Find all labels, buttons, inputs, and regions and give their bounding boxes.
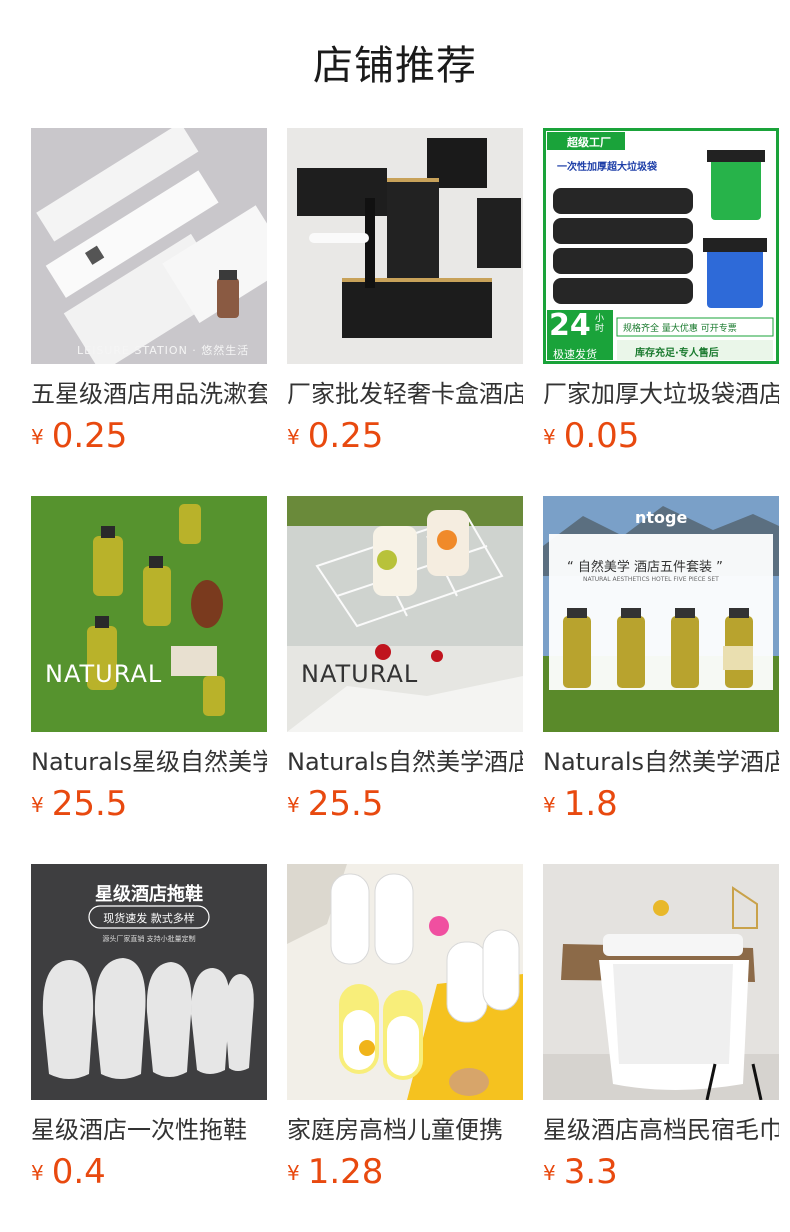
product-image[interactable]: ntoge “ 自然美学 酒店五件套装 ” NATURAL AESTHETICS… bbox=[543, 496, 779, 732]
product-card[interactable]: ntoge “ 自然美学 酒店五件套装 ” NATURAL AESTHETICS… bbox=[543, 496, 779, 824]
price-value: 0.4 bbox=[51, 1152, 106, 1192]
banner-note: 源头厂家直销 支持小批量定制 bbox=[102, 935, 196, 943]
page-title: 店铺推荐 bbox=[313, 43, 477, 89]
banner-title: 星级酒店拖鞋 bbox=[95, 884, 203, 905]
product-name[interactable]: Naturals自然美学酒店 bbox=[287, 745, 523, 779]
price-value: 25.5 bbox=[307, 784, 384, 824]
product-price: ¥0.25 bbox=[31, 416, 127, 456]
natural-logo-text: NATURAL bbox=[45, 660, 163, 688]
product-name[interactable]: 星级酒店一次性拖鞋 bbox=[31, 1113, 267, 1147]
price-value: 0.05 bbox=[563, 416, 640, 456]
price-value: 0.25 bbox=[51, 416, 128, 456]
product-image[interactable]: NATURAL bbox=[31, 496, 267, 732]
product-price: ¥25.5 bbox=[31, 784, 127, 824]
product-card[interactable]: 厂家批发轻奢卡盒酒店 ¥0.25 bbox=[287, 128, 523, 456]
currency-symbol: ¥ bbox=[287, 1161, 300, 1185]
headline-text: 一次性加厚超大垃圾袋 bbox=[557, 162, 657, 173]
product-price: ¥0.05 bbox=[543, 416, 639, 456]
product-image[interactable]: 超级工厂 一次性加厚超大垃圾袋 24 小时 极速发货 规格齐全 量大优惠 可开专… bbox=[543, 128, 779, 364]
product-price: ¥3.3 bbox=[543, 1152, 618, 1192]
currency-symbol: ¥ bbox=[31, 1161, 44, 1185]
product-name[interactable]: 厂家批发轻奢卡盒酒店 bbox=[287, 377, 523, 411]
product-price: ¥0.4 bbox=[31, 1152, 106, 1192]
currency-symbol: ¥ bbox=[543, 793, 556, 817]
price-value: 3.3 bbox=[563, 1152, 618, 1192]
image-caption: LEISURE STATION · 悠然生活 bbox=[77, 344, 250, 357]
spec-text: 规格齐全 量大优惠 可开专票 bbox=[623, 324, 737, 334]
set-subtitle-text: NATURAL AESTHETICS HOTEL FIVE PIECE SET bbox=[583, 576, 719, 583]
product-price: ¥1.8 bbox=[543, 784, 618, 824]
product-card[interactable]: NATURAL Naturals星级自然美学 ¥25.5 bbox=[31, 496, 267, 824]
banner-tag: 现货速发 款式多样 bbox=[103, 912, 195, 925]
hours-number: 24 bbox=[549, 308, 591, 343]
price-value: 25.5 bbox=[51, 784, 128, 824]
product-card[interactable]: 星级酒店拖鞋 现货速发 款式多样 源头厂家直销 支持小批量定制 星级酒店一次性拖… bbox=[31, 864, 267, 1192]
hours-unit: 小时 bbox=[595, 314, 605, 334]
product-image[interactable]: LEISURE STATION · 悠然生活 bbox=[31, 128, 267, 364]
product-name[interactable]: Naturals星级自然美学 bbox=[31, 745, 267, 779]
product-card[interactable]: 星级酒店高档民宿毛巾 ¥3.3 bbox=[543, 864, 779, 1192]
product-price: ¥25.5 bbox=[287, 784, 383, 824]
product-price: ¥0.25 bbox=[287, 416, 383, 456]
shop-recommend-page: 店铺推荐 LEISURE STATION · 悠然生活 五星级酒店用品洗漱套 ¥… bbox=[0, 0, 790, 1232]
stock-text: 库存充足·专人售后 bbox=[635, 348, 719, 359]
product-image[interactable] bbox=[287, 864, 523, 1100]
product-card[interactable]: NATURAL Naturals自然美学酒店 ¥25.5 bbox=[287, 496, 523, 824]
price-value: 1.28 bbox=[307, 1152, 384, 1192]
price-value: 0.25 bbox=[307, 416, 384, 456]
shipping-text: 极速发货 bbox=[553, 348, 597, 361]
currency-symbol: ¥ bbox=[31, 425, 44, 449]
badge-text: 超级工厂 bbox=[567, 136, 611, 149]
product-image[interactable] bbox=[287, 128, 523, 364]
product-image[interactable]: NATURAL bbox=[287, 496, 523, 732]
product-name[interactable]: 五星级酒店用品洗漱套装 bbox=[31, 377, 267, 411]
natural-logo-text: NATURAL bbox=[301, 660, 419, 688]
product-card[interactable]: 家庭房高档儿童便携 ¥1.28 bbox=[287, 864, 523, 1192]
currency-symbol: ¥ bbox=[287, 793, 300, 817]
product-card[interactable]: 超级工厂 一次性加厚超大垃圾袋 24 小时 极速发货 规格齐全 量大优惠 可开专… bbox=[543, 128, 779, 456]
currency-symbol: ¥ bbox=[287, 425, 300, 449]
product-name[interactable]: 厂家加厚大垃圾袋酒店 bbox=[543, 377, 779, 411]
product-name[interactable]: Naturals自然美学酒店 bbox=[543, 745, 779, 779]
set-title-text: “ 自然美学 酒店五件套装 ” bbox=[567, 560, 723, 575]
brand-text: ntoge bbox=[635, 508, 688, 527]
product-price: ¥1.28 bbox=[287, 1152, 383, 1192]
currency-symbol: ¥ bbox=[543, 1161, 556, 1185]
currency-symbol: ¥ bbox=[31, 793, 44, 817]
product-image[interactable]: 星级酒店拖鞋 现货速发 款式多样 源头厂家直销 支持小批量定制 bbox=[31, 864, 267, 1100]
product-name[interactable]: 家庭房高档儿童便携 bbox=[287, 1113, 523, 1147]
currency-symbol: ¥ bbox=[543, 425, 556, 449]
price-value: 1.8 bbox=[563, 784, 618, 824]
product-name[interactable]: 星级酒店高档民宿毛巾 bbox=[543, 1113, 779, 1147]
product-card[interactable]: LEISURE STATION · 悠然生活 五星级酒店用品洗漱套装 ¥0.25 bbox=[31, 128, 267, 456]
product-image[interactable] bbox=[543, 864, 779, 1100]
